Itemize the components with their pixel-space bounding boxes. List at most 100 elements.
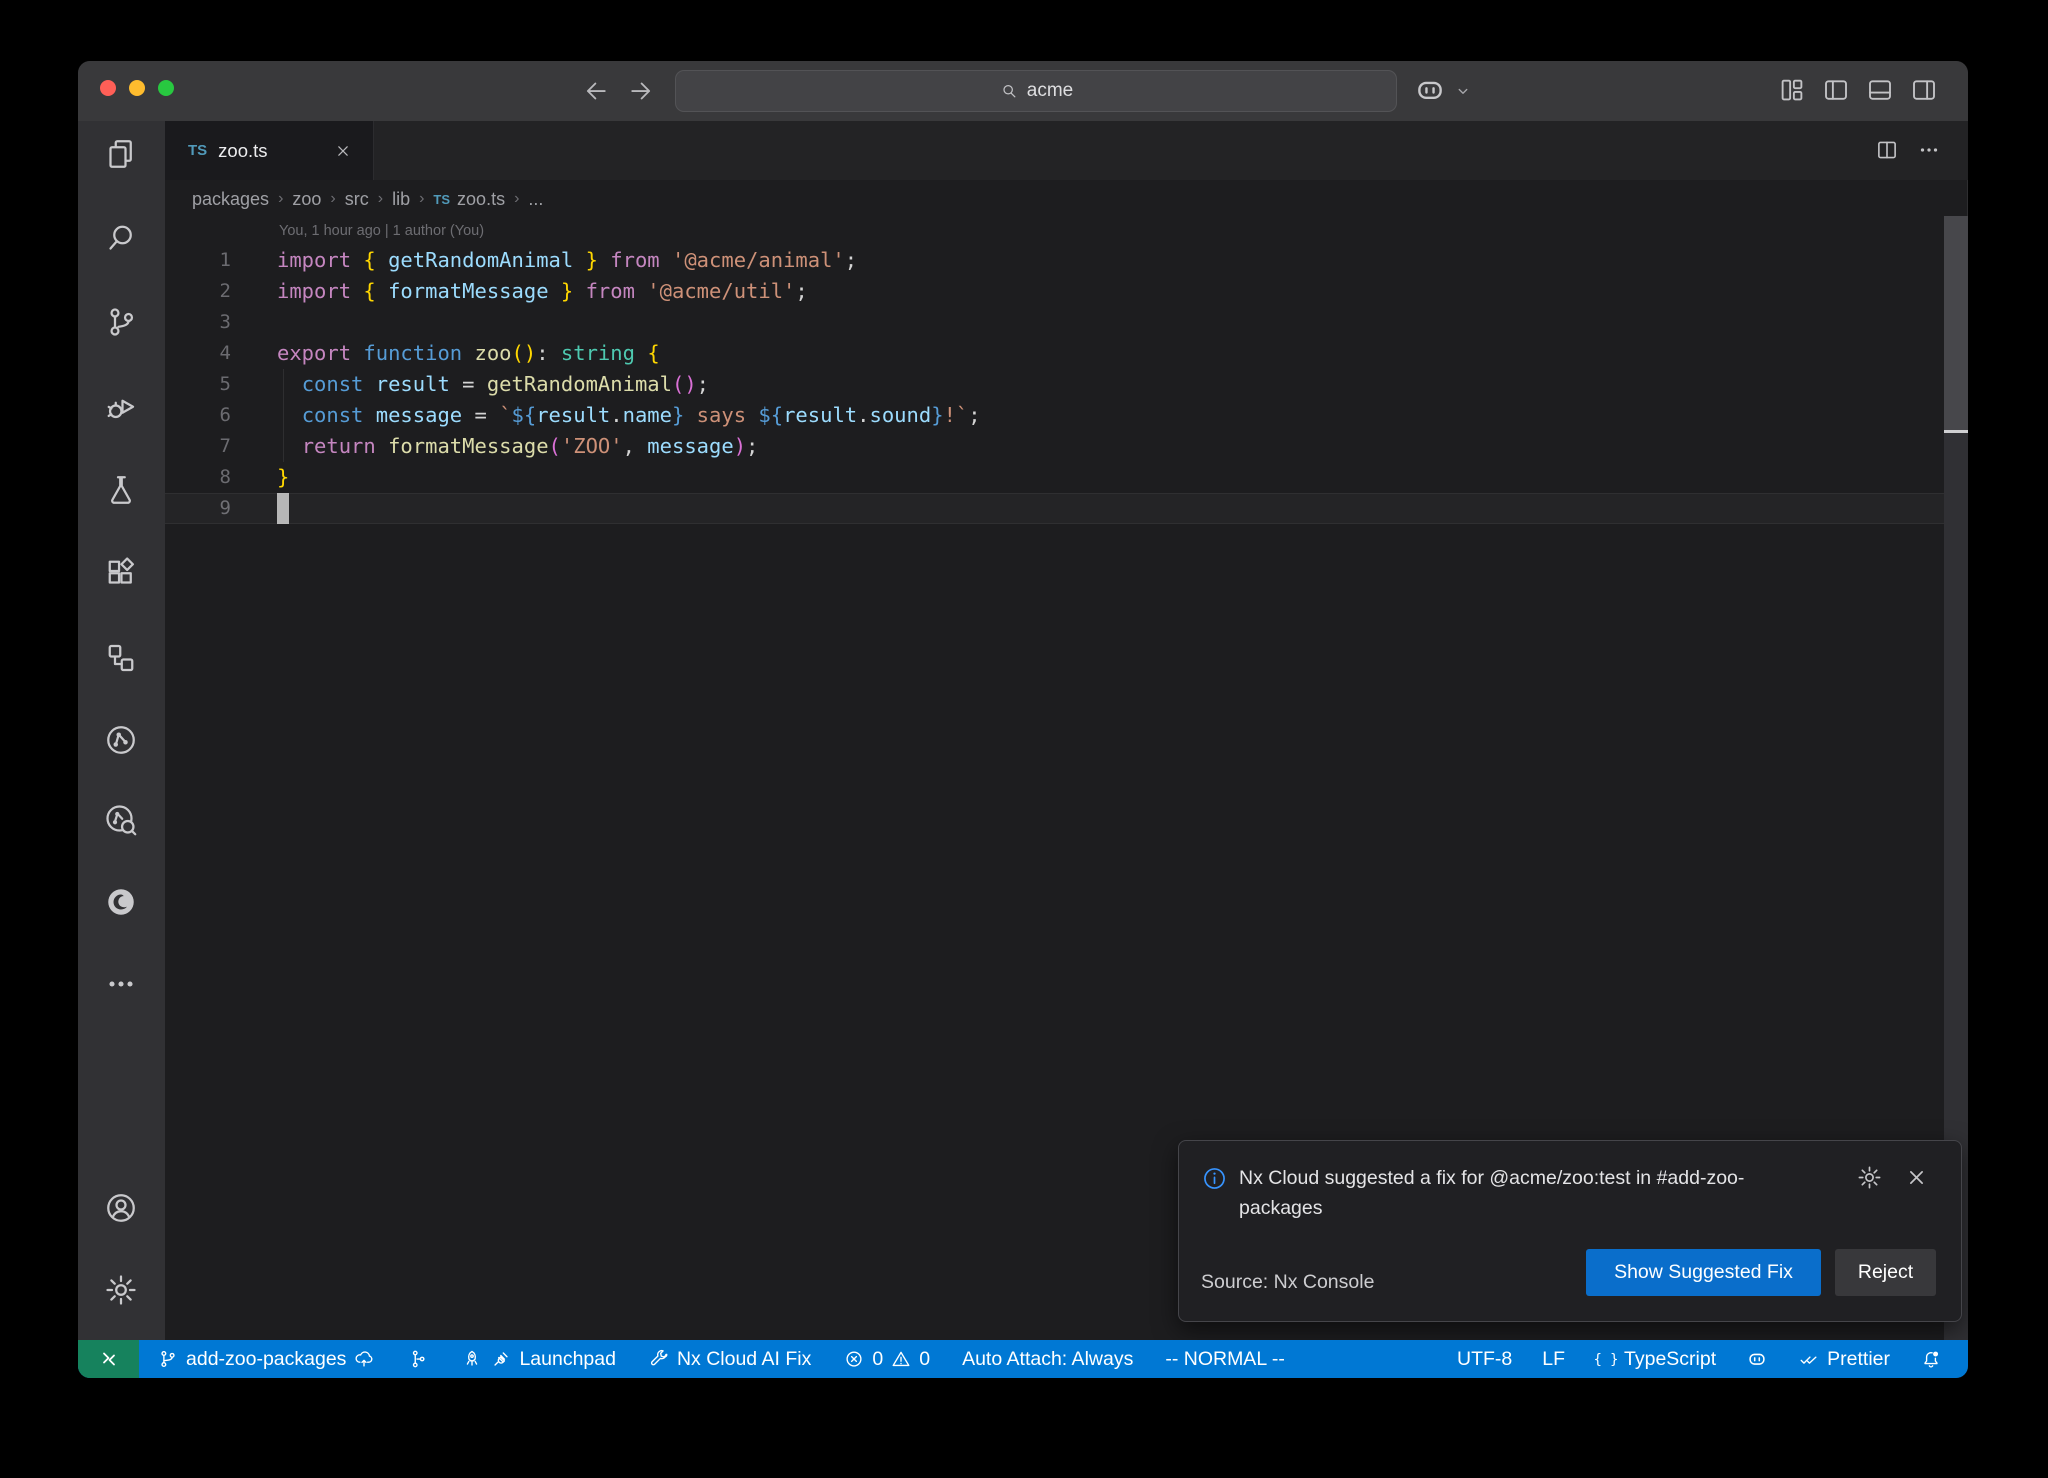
breadcrumb-item[interactable]: zoo bbox=[292, 189, 321, 210]
indent-guide bbox=[283, 369, 284, 462]
status-language[interactable]: { }TypeScript bbox=[1595, 1348, 1716, 1371]
status-scm-graph[interactable] bbox=[407, 1348, 429, 1370]
typescript-file-icon: TS bbox=[188, 142, 207, 159]
typescript-file-icon: TS bbox=[433, 192, 450, 207]
breadcrumb-item[interactable]: lib bbox=[392, 189, 410, 210]
status-eol[interactable]: LF bbox=[1542, 1348, 1565, 1371]
breadcrumb-label: src bbox=[345, 189, 369, 210]
activity-settings-gear-icon[interactable] bbox=[103, 1272, 139, 1308]
code-text: export function zoo(): string { bbox=[231, 338, 660, 369]
breadcrumb-item[interactable]: TSzoo.ts bbox=[433, 189, 505, 210]
toggle-sidebar-right-icon[interactable] bbox=[1909, 75, 1939, 105]
status-nx-cloud-ai-fix[interactable]: Nx Cloud AI Fix bbox=[648, 1348, 811, 1371]
svg-text:{ }: { } bbox=[1595, 1352, 1617, 1368]
line-number[interactable]: 4 bbox=[165, 338, 231, 369]
line-number[interactable]: 2 bbox=[165, 276, 231, 307]
breadcrumb: packages›zoo›src›lib›TSzoo.ts›... bbox=[165, 180, 1944, 218]
notification-source: Source: Nx Console bbox=[1201, 1271, 1374, 1294]
activity-references-icon[interactable] bbox=[103, 640, 139, 676]
command-center-search[interactable]: acme bbox=[675, 70, 1397, 112]
code-line-2[interactable]: 2import { formatMessage } from '@acme/ut… bbox=[165, 276, 1968, 307]
bell-dot-icon bbox=[1920, 1348, 1942, 1370]
activity-source-control-icon[interactable] bbox=[103, 304, 139, 340]
status-label: Prettier bbox=[1827, 1348, 1890, 1371]
code-text: } bbox=[231, 462, 289, 493]
remote-icon bbox=[97, 1347, 121, 1371]
git-branch-icon bbox=[157, 1348, 179, 1370]
code-line-6[interactable]: 6 const message = `${result.name} says $… bbox=[165, 400, 1968, 431]
info-icon bbox=[1201, 1165, 1228, 1192]
line-number[interactable]: 6 bbox=[165, 400, 231, 431]
close-icon[interactable] bbox=[1903, 1164, 1930, 1191]
activity-accounts-icon[interactable] bbox=[103, 1190, 139, 1226]
toggle-panel-icon[interactable] bbox=[1865, 75, 1895, 105]
status-encoding[interactable]: UTF-8 bbox=[1457, 1348, 1512, 1371]
status-vim-mode[interactable]: -- NORMAL -- bbox=[1165, 1348, 1285, 1371]
activity-bar bbox=[78, 121, 165, 1340]
blame-annotation[interactable]: You, 1 hour ago | 1 author (You) bbox=[279, 218, 1968, 245]
activity-run-debug-icon[interactable] bbox=[103, 388, 139, 424]
activity-explorer-icon[interactable] bbox=[103, 136, 139, 172]
line-number[interactable]: 3 bbox=[165, 307, 231, 338]
code-line-8[interactable]: 8} bbox=[165, 462, 1968, 493]
reject-button[interactable]: Reject bbox=[1835, 1249, 1936, 1296]
braces-icon: { } bbox=[1595, 1348, 1617, 1370]
scm-graph-icon bbox=[407, 1348, 429, 1370]
minimize-window-button[interactable] bbox=[129, 80, 145, 96]
tab-zoo-ts[interactable]: TS zoo.ts bbox=[165, 121, 374, 180]
status-label: Auto Attach: Always bbox=[962, 1348, 1133, 1371]
status-auto-attach[interactable]: Auto Attach: Always bbox=[962, 1348, 1133, 1371]
chevron-down-icon[interactable] bbox=[1454, 82, 1472, 100]
breadcrumb-item[interactable]: src bbox=[345, 189, 369, 210]
remote-indicator[interactable] bbox=[78, 1340, 139, 1378]
gear-icon[interactable] bbox=[1856, 1164, 1883, 1191]
code-text bbox=[231, 307, 277, 338]
code-line-1[interactable]: 1import { getRandomAnimal } from '@acme/… bbox=[165, 245, 1968, 276]
activity-extensions-icon[interactable] bbox=[103, 556, 139, 592]
breadcrumb-separator: › bbox=[419, 190, 424, 208]
desktop: acme TS zoo.ts packages›zoo›src›lib›TSzo… bbox=[0, 0, 2048, 1478]
code-line-7[interactable]: 7 return formatMessage('ZOO', message); bbox=[165, 431, 1968, 462]
line-number[interactable]: 8 bbox=[165, 462, 231, 493]
close-icon[interactable] bbox=[333, 141, 353, 161]
show-suggested-fix-button[interactable]: Show Suggested Fix bbox=[1586, 1249, 1821, 1296]
search-icon bbox=[999, 81, 1019, 101]
status-notifications[interactable] bbox=[1920, 1348, 1942, 1370]
scrollbar-thumb[interactable] bbox=[1944, 216, 1968, 430]
toggle-sidebar-left-icon[interactable] bbox=[1821, 75, 1851, 105]
titlebar: acme bbox=[78, 61, 1968, 121]
activity-nx-console-icon[interactable] bbox=[103, 722, 139, 758]
breadcrumb-item[interactable]: ... bbox=[528, 189, 543, 210]
status-copilot[interactable] bbox=[1746, 1348, 1768, 1370]
close-window-button[interactable] bbox=[100, 80, 116, 96]
forward-icon[interactable] bbox=[626, 76, 656, 106]
status-branch[interactable]: add-zoo-packages bbox=[157, 1348, 375, 1371]
activity-testing-icon[interactable] bbox=[103, 472, 139, 508]
code-text: const result = getRandomAnimal(); bbox=[231, 369, 709, 400]
activity-search-icon[interactable] bbox=[103, 220, 139, 256]
code-line-4[interactable]: 4export function zoo(): string { bbox=[165, 338, 1968, 369]
line-number[interactable]: 7 bbox=[165, 431, 231, 462]
breadcrumb-item[interactable]: packages bbox=[192, 189, 269, 210]
status-bar: add-zoo-packages Launchpad Nx Cloud AI Fix… bbox=[78, 1340, 1968, 1378]
code-line-5[interactable]: 5 const result = getRandomAnimal(); bbox=[165, 369, 1968, 400]
activity-nx-cloud-view-icon[interactable] bbox=[103, 802, 139, 838]
wrench-icon bbox=[648, 1348, 670, 1370]
copilot-icon[interactable] bbox=[1413, 73, 1447, 107]
activity-edge-browser-icon[interactable] bbox=[103, 884, 139, 920]
back-icon[interactable] bbox=[581, 76, 611, 106]
cursor-overview-marker bbox=[1944, 430, 1968, 433]
status-problems[interactable]: 00 bbox=[843, 1348, 930, 1371]
line-number[interactable]: 1 bbox=[165, 245, 231, 276]
plug-icon bbox=[490, 1348, 512, 1370]
status-launchpad[interactable]: Launchpad bbox=[461, 1348, 616, 1371]
status-formatter[interactable]: Prettier bbox=[1798, 1348, 1890, 1371]
breadcrumb-label: ... bbox=[528, 189, 543, 210]
split-editor-icon[interactable] bbox=[1874, 137, 1900, 163]
line-number[interactable]: 5 bbox=[165, 369, 231, 400]
more-actions-icon[interactable] bbox=[1916, 137, 1942, 163]
activity-more-views-icon[interactable] bbox=[103, 966, 139, 1002]
maximize-window-button[interactable] bbox=[158, 80, 174, 96]
customize-layout-icon[interactable] bbox=[1777, 75, 1807, 105]
code-line-3[interactable]: 3 bbox=[165, 307, 1968, 338]
